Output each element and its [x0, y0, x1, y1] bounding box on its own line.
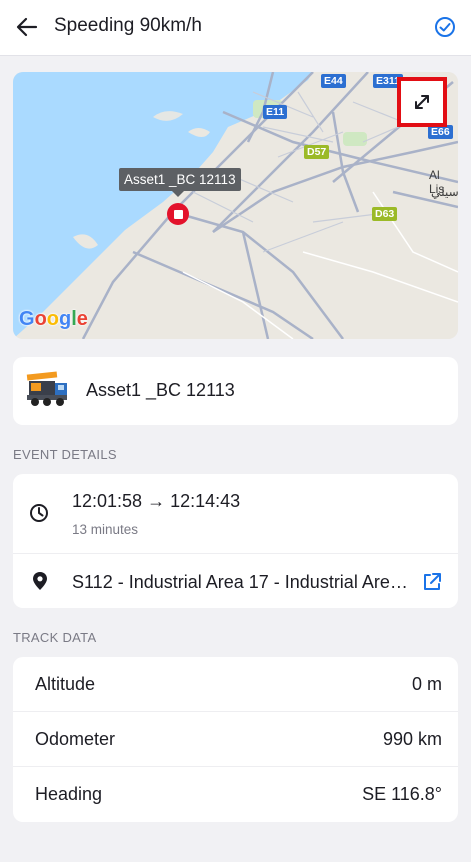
- track-row-heading: Heading SE 116.8°: [13, 767, 458, 822]
- asset-map-marker[interactable]: [167, 203, 189, 225]
- road-label-e11: E11: [263, 105, 288, 119]
- event-details-card: 12:01:58 → 12:14:43 13 minutes S112 - In…: [13, 474, 458, 608]
- track-value: 0 m: [411, 674, 442, 694]
- marker-stop-icon: [173, 209, 183, 219]
- track-row-altitude: Altitude 0 m: [13, 657, 458, 712]
- road-label-d63: D63: [372, 207, 398, 221]
- confirm-button[interactable]: [433, 15, 457, 39]
- expand-arrows-icon: [415, 95, 429, 109]
- page-title: Speeding 90km/h: [54, 15, 202, 36]
- google-logo: Google: [19, 308, 88, 330]
- clock-icon: [30, 504, 48, 522]
- track-label: Heading: [35, 784, 103, 804]
- map-pin-icon: [33, 572, 47, 590]
- road-label-e66: E66: [428, 125, 453, 139]
- arrow-left-icon: [16, 17, 38, 37]
- track-value: 990 km: [382, 729, 442, 749]
- external-link-icon[interactable]: [421, 571, 443, 593]
- track-data-card: Altitude 0 m Odometer 990 km Heading SE …: [13, 657, 458, 822]
- asset-name: Asset1 _BC 12113: [86, 380, 235, 400]
- event-time-range: 12:01:58 → 12:14:43: [72, 491, 241, 511]
- back-button[interactable]: [12, 12, 42, 42]
- track-data-heading: TRACK DATA: [13, 630, 97, 645]
- event-details-heading: EVENT DETAILS: [13, 447, 117, 462]
- asset-card[interactable]: Asset1 _BC 12113: [13, 357, 458, 425]
- track-row-odometer: Odometer 990 km: [13, 712, 458, 767]
- event-duration: 13 minutes: [72, 522, 139, 537]
- event-location: S112 - Industrial Area 17 - Industrial A…: [72, 572, 414, 592]
- asset-map-tooltip: Asset1 _BC 12113: [119, 168, 241, 197]
- city-label-ar: سيلي: [431, 185, 458, 199]
- expand-map-button[interactable]: [397, 77, 447, 127]
- track-label: Odometer: [35, 729, 116, 749]
- divider: [13, 553, 458, 554]
- track-value: SE 116.8°: [362, 784, 442, 804]
- app-header: Speeding 90km/h: [0, 0, 471, 56]
- road-label-e44: E44: [321, 74, 346, 88]
- crane-truck-image: [26, 371, 67, 406]
- check-circle-icon: [435, 17, 455, 37]
- track-label: Altitude: [35, 674, 96, 694]
- road-label-d57: D57: [304, 145, 330, 159]
- map-canvas: [13, 72, 458, 339]
- map-view[interactable]: E44 E311 E11 D57 E66 D63 Al Lis سيلي Ass…: [13, 72, 458, 339]
